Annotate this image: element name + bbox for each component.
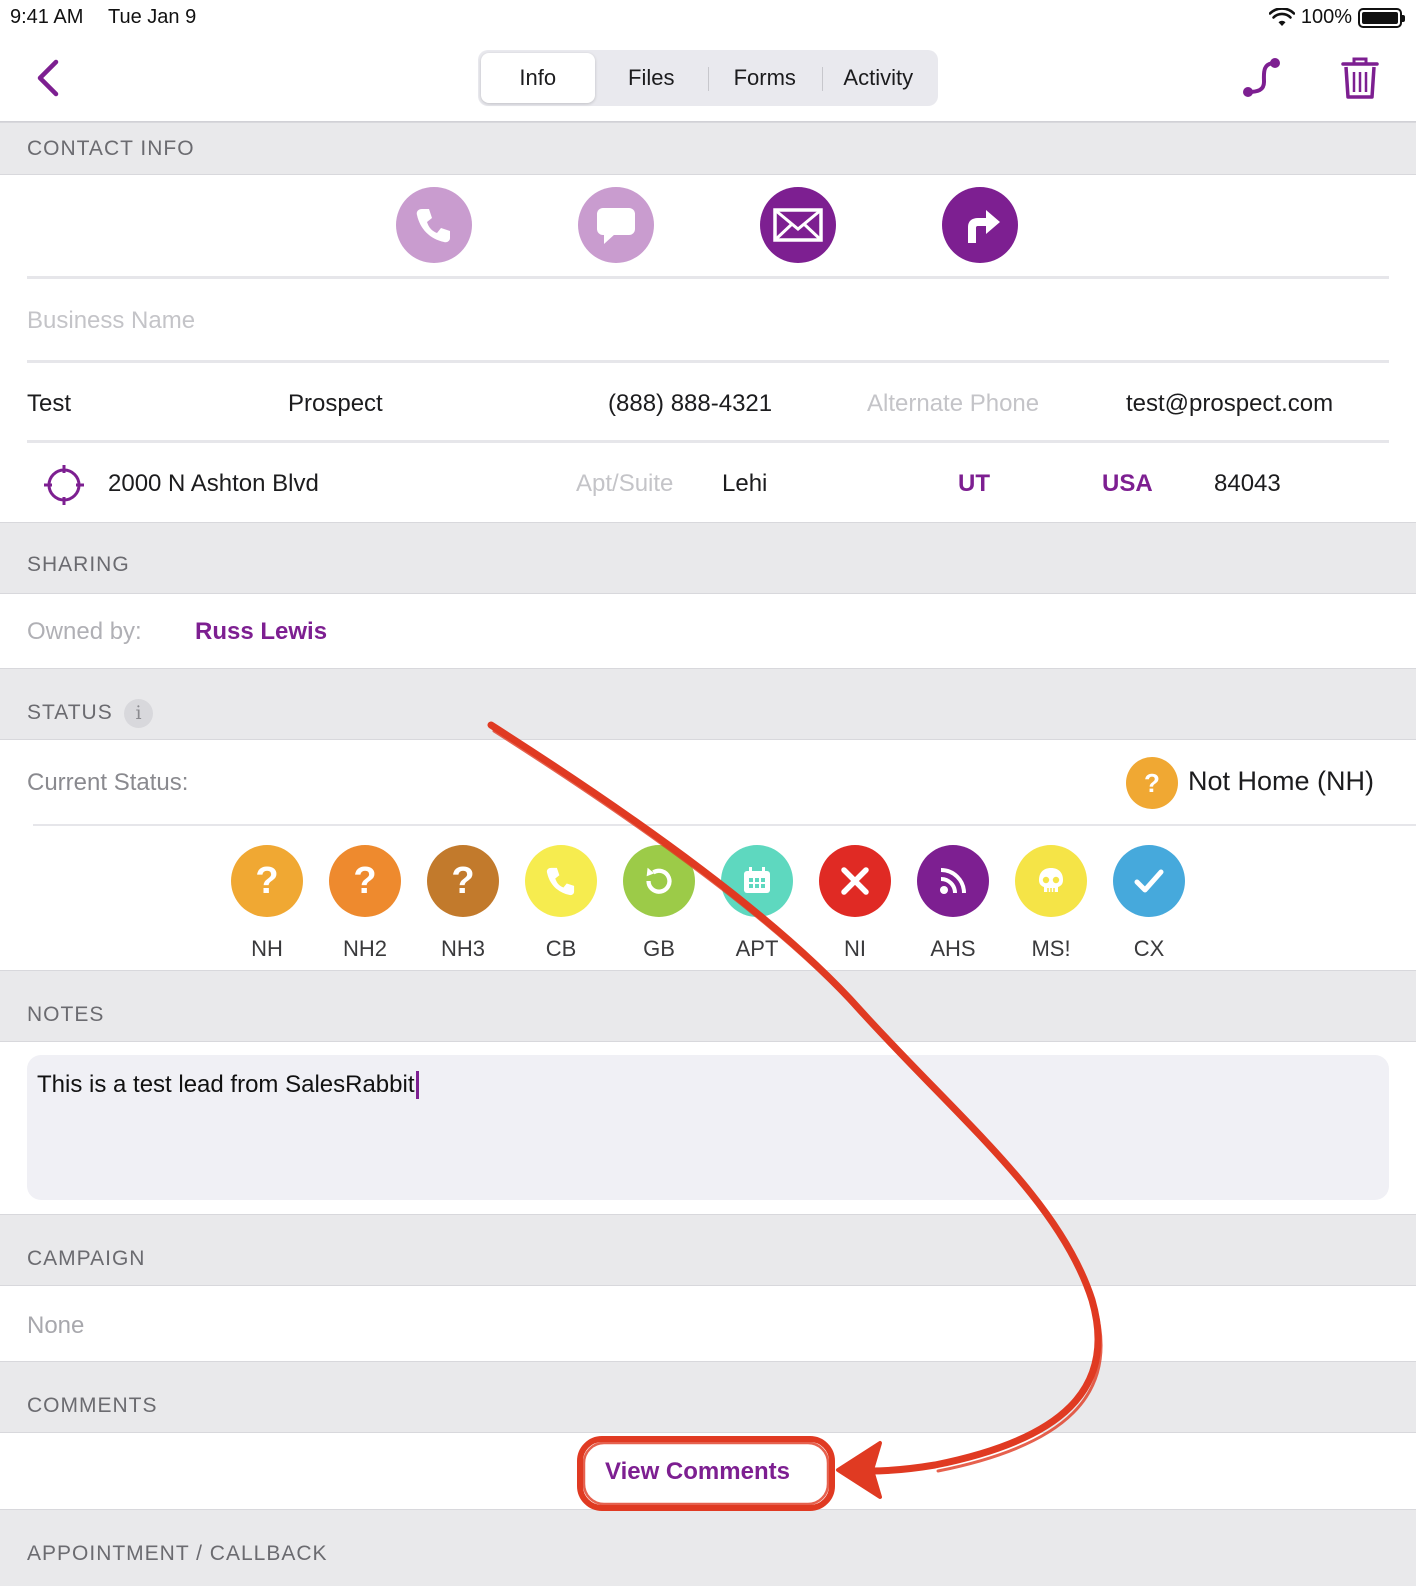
close-icon <box>841 867 869 895</box>
tab-activity[interactable]: Activity <box>821 53 936 103</box>
phone-icon <box>416 209 450 243</box>
divider <box>33 824 1416 826</box>
battery-icon <box>1358 7 1405 28</box>
status-bar: 9:41 AM Tue Jan 9 100% <box>0 0 1416 36</box>
message-button[interactable] <box>578 187 654 263</box>
back-button[interactable] <box>30 56 70 100</box>
owned-by-label: Owned by: <box>27 618 142 645</box>
status-label-nh: NH <box>251 936 283 961</box>
owner-link[interactable]: Russ Lewis <box>195 618 327 646</box>
status-option-ahs[interactable] <box>917 845 989 917</box>
status-label-ahs: AHS <box>930 936 976 961</box>
email-button[interactable] <box>760 187 836 263</box>
divider <box>27 440 1389 443</box>
divider <box>27 360 1389 363</box>
alternate-phone-field[interactable]: Alternate Phone <box>867 390 1039 418</box>
question-icon: ? <box>353 859 377 902</box>
apt-suite-field[interactable]: Apt/Suite <box>576 470 673 498</box>
last-name-field[interactable]: Prospect <box>288 390 383 418</box>
route-icon <box>1243 58 1280 97</box>
country-selector[interactable]: USA <box>1102 470 1153 498</box>
mail-icon <box>773 208 823 242</box>
tab-files[interactable]: Files <box>595 53 709 103</box>
status-label-apt: APT <box>735 936 779 961</box>
directions-icon <box>968 210 1000 243</box>
section-header-campaign: CAMPAIGN <box>0 1214 1416 1286</box>
status-option-nh[interactable]: ? <box>231 845 303 917</box>
current-status-label: Current Status: <box>27 769 189 796</box>
check-icon <box>1134 869 1164 893</box>
skull-icon <box>1039 868 1063 892</box>
chevron-left-icon <box>37 59 59 97</box>
section-header-comments: COMMENTS <box>0 1361 1416 1433</box>
status-label-ni: NI <box>844 936 866 961</box>
info-icon[interactable]: i <box>124 699 153 728</box>
status-label-cb: CB <box>545 936 577 961</box>
section-header-status: STATUS i <box>0 668 1416 740</box>
campaign-selector[interactable]: None <box>27 1312 84 1340</box>
tab-segmented-control: Info Files Forms Activity <box>478 50 938 106</box>
status-option-apt[interactable] <box>721 845 793 917</box>
first-name-field[interactable]: Test <box>27 390 71 418</box>
status-option-cb[interactable] <box>525 845 597 917</box>
section-title: CAMPAIGN <box>27 1247 146 1270</box>
section-header-contact-info: CONTACT INFO <box>0 122 1416 175</box>
tab-info[interactable]: Info <box>481 53 595 103</box>
call-button[interactable] <box>396 187 472 263</box>
section-title: COMMENTS <box>27 1394 158 1417</box>
wifi-icon <box>1268 7 1295 26</box>
section-title: STATUS <box>27 701 113 724</box>
battery-percent: 100% <box>1300 6 1352 28</box>
directions-button[interactable] <box>942 187 1018 263</box>
locate-button[interactable] <box>42 463 86 507</box>
status-option-ms[interactable] <box>1015 845 1087 917</box>
question-icon: ? <box>255 859 279 902</box>
navigation-bar: Info Files Forms Activity <box>0 36 1416 122</box>
status-label-ms: MS! <box>1031 936 1071 961</box>
status-label-nh3: NH3 <box>440 936 485 961</box>
status-time: 9:41 AM <box>10 6 84 28</box>
status-label-nh2: NH2 <box>342 936 387 961</box>
section-title: NOTES <box>27 1003 105 1026</box>
calendar-icon <box>744 867 770 893</box>
zip-field[interactable]: 84043 <box>1214 470 1281 498</box>
status-date: Tue Jan 9 <box>108 6 197 28</box>
notes-text: This is a test lead from SalesRabbit <box>37 1071 419 1099</box>
question-icon: ? <box>451 859 475 902</box>
status-option-ni[interactable] <box>819 845 891 917</box>
phone-field[interactable]: (888) 888-4321 <box>608 390 772 418</box>
notes-textarea[interactable]: This is a test lead from SalesRabbit <box>27 1055 1389 1200</box>
city-field[interactable]: Lehi <box>722 470 767 498</box>
status-right: 100% <box>1268 6 1405 29</box>
business-name-field[interactable]: Business Name <box>27 307 195 335</box>
phone-icon <box>546 867 575 896</box>
tab-forms[interactable]: Forms <box>708 53 822 103</box>
divider <box>27 276 1389 279</box>
delete-button[interactable] <box>1340 54 1380 102</box>
status-option-nh3[interactable]: ? <box>427 845 499 917</box>
state-selector[interactable]: UT <box>958 470 990 498</box>
current-status-value: Not Home (NH) <box>1188 766 1375 796</box>
crosshair-icon <box>44 465 84 505</box>
section-header-sharing: SHARING <box>0 522 1416 594</box>
section-title: SHARING <box>27 553 130 576</box>
route-button[interactable] <box>1240 54 1286 102</box>
refresh-icon <box>646 867 672 894</box>
section-header-notes: NOTES <box>0 970 1416 1042</box>
status-option-nh2[interactable]: ? <box>329 845 401 917</box>
rss-icon <box>940 868 966 894</box>
view-comments-button[interactable]: View Comments <box>605 1458 790 1486</box>
current-status-icon: ? <box>1126 757 1178 809</box>
section-header-appointment: APPOINTMENT / CALLBACK <box>0 1509 1416 1586</box>
status-option-cx[interactable] <box>1113 845 1185 917</box>
message-icon <box>597 208 635 244</box>
status-label-gb: GB <box>643 936 675 961</box>
trash-icon <box>1341 57 1379 99</box>
email-field[interactable]: test@prospect.com <box>1126 390 1333 418</box>
section-title: CONTACT INFO <box>27 137 195 160</box>
status-option-gb[interactable] <box>623 845 695 917</box>
section-title: APPOINTMENT / CALLBACK <box>27 1542 328 1565</box>
street-field[interactable]: 2000 N Ashton Blvd <box>108 470 319 498</box>
status-label-cx: CX <box>1133 936 1165 961</box>
